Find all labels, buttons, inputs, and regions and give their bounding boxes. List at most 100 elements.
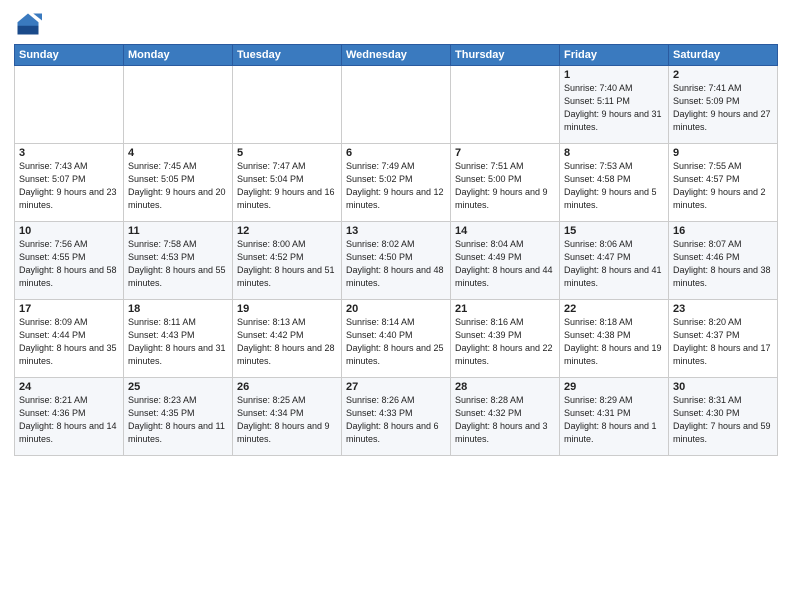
day-number: 23	[673, 303, 773, 315]
day-number: 7	[455, 147, 555, 159]
day-info: Sunrise: 7:40 AM Sunset: 5:11 PM Dayligh…	[564, 82, 664, 134]
calendar-week-1: 1Sunrise: 7:40 AM Sunset: 5:11 PM Daylig…	[15, 66, 778, 144]
day-info: Sunrise: 7:47 AM Sunset: 5:04 PM Dayligh…	[237, 160, 337, 212]
day-number: 12	[237, 225, 337, 237]
day-number: 10	[19, 225, 119, 237]
calendar-cell: 21Sunrise: 8:16 AM Sunset: 4:39 PM Dayli…	[451, 300, 560, 378]
day-info: Sunrise: 8:29 AM Sunset: 4:31 PM Dayligh…	[564, 394, 664, 446]
col-header-thursday: Thursday	[451, 45, 560, 66]
header	[14, 10, 778, 38]
day-number: 25	[128, 381, 228, 393]
day-number: 2	[673, 69, 773, 81]
day-number: 21	[455, 303, 555, 315]
col-header-sunday: Sunday	[15, 45, 124, 66]
calendar-cell: 1Sunrise: 7:40 AM Sunset: 5:11 PM Daylig…	[560, 66, 669, 144]
day-info: Sunrise: 8:06 AM Sunset: 4:47 PM Dayligh…	[564, 238, 664, 290]
calendar-cell: 17Sunrise: 8:09 AM Sunset: 4:44 PM Dayli…	[15, 300, 124, 378]
day-number: 6	[346, 147, 446, 159]
day-number: 4	[128, 147, 228, 159]
day-info: Sunrise: 7:45 AM Sunset: 5:05 PM Dayligh…	[128, 160, 228, 212]
day-info: Sunrise: 7:43 AM Sunset: 5:07 PM Dayligh…	[19, 160, 119, 212]
calendar-table: SundayMondayTuesdayWednesdayThursdayFrid…	[14, 44, 778, 456]
calendar-cell	[124, 66, 233, 144]
day-number: 9	[673, 147, 773, 159]
day-number: 3	[19, 147, 119, 159]
day-info: Sunrise: 8:21 AM Sunset: 4:36 PM Dayligh…	[19, 394, 119, 446]
day-info: Sunrise: 8:20 AM Sunset: 4:37 PM Dayligh…	[673, 316, 773, 368]
day-info: Sunrise: 7:55 AM Sunset: 4:57 PM Dayligh…	[673, 160, 773, 212]
calendar-week-5: 24Sunrise: 8:21 AM Sunset: 4:36 PM Dayli…	[15, 378, 778, 456]
day-info: Sunrise: 8:07 AM Sunset: 4:46 PM Dayligh…	[673, 238, 773, 290]
day-info: Sunrise: 8:00 AM Sunset: 4:52 PM Dayligh…	[237, 238, 337, 290]
day-number: 24	[19, 381, 119, 393]
col-header-saturday: Saturday	[669, 45, 778, 66]
logo	[14, 10, 46, 38]
calendar-cell: 26Sunrise: 8:25 AM Sunset: 4:34 PM Dayli…	[233, 378, 342, 456]
day-info: Sunrise: 8:14 AM Sunset: 4:40 PM Dayligh…	[346, 316, 446, 368]
calendar-cell	[342, 66, 451, 144]
day-number: 8	[564, 147, 664, 159]
calendar-cell: 4Sunrise: 7:45 AM Sunset: 5:05 PM Daylig…	[124, 144, 233, 222]
day-info: Sunrise: 7:58 AM Sunset: 4:53 PM Dayligh…	[128, 238, 228, 290]
day-info: Sunrise: 8:18 AM Sunset: 4:38 PM Dayligh…	[564, 316, 664, 368]
calendar-cell: 8Sunrise: 7:53 AM Sunset: 4:58 PM Daylig…	[560, 144, 669, 222]
day-info: Sunrise: 8:04 AM Sunset: 4:49 PM Dayligh…	[455, 238, 555, 290]
calendar-cell	[15, 66, 124, 144]
day-number: 28	[455, 381, 555, 393]
calendar-cell	[233, 66, 342, 144]
calendar-cell: 13Sunrise: 8:02 AM Sunset: 4:50 PM Dayli…	[342, 222, 451, 300]
calendar-week-4: 17Sunrise: 8:09 AM Sunset: 4:44 PM Dayli…	[15, 300, 778, 378]
calendar-cell: 22Sunrise: 8:18 AM Sunset: 4:38 PM Dayli…	[560, 300, 669, 378]
day-info: Sunrise: 8:26 AM Sunset: 4:33 PM Dayligh…	[346, 394, 446, 446]
calendar-cell: 23Sunrise: 8:20 AM Sunset: 4:37 PM Dayli…	[669, 300, 778, 378]
calendar-cell: 25Sunrise: 8:23 AM Sunset: 4:35 PM Dayli…	[124, 378, 233, 456]
calendar-cell	[451, 66, 560, 144]
day-number: 14	[455, 225, 555, 237]
day-number: 27	[346, 381, 446, 393]
calendar-cell: 29Sunrise: 8:29 AM Sunset: 4:31 PM Dayli…	[560, 378, 669, 456]
day-info: Sunrise: 8:31 AM Sunset: 4:30 PM Dayligh…	[673, 394, 773, 446]
day-info: Sunrise: 8:28 AM Sunset: 4:32 PM Dayligh…	[455, 394, 555, 446]
calendar-cell: 16Sunrise: 8:07 AM Sunset: 4:46 PM Dayli…	[669, 222, 778, 300]
day-number: 20	[346, 303, 446, 315]
day-info: Sunrise: 8:13 AM Sunset: 4:42 PM Dayligh…	[237, 316, 337, 368]
calendar-cell: 14Sunrise: 8:04 AM Sunset: 4:49 PM Dayli…	[451, 222, 560, 300]
calendar-cell: 12Sunrise: 8:00 AM Sunset: 4:52 PM Dayli…	[233, 222, 342, 300]
calendar-cell: 2Sunrise: 7:41 AM Sunset: 5:09 PM Daylig…	[669, 66, 778, 144]
day-number: 26	[237, 381, 337, 393]
day-info: Sunrise: 7:56 AM Sunset: 4:55 PM Dayligh…	[19, 238, 119, 290]
col-header-friday: Friday	[560, 45, 669, 66]
calendar-cell: 18Sunrise: 8:11 AM Sunset: 4:43 PM Dayli…	[124, 300, 233, 378]
day-number: 13	[346, 225, 446, 237]
day-number: 29	[564, 381, 664, 393]
calendar-week-2: 3Sunrise: 7:43 AM Sunset: 5:07 PM Daylig…	[15, 144, 778, 222]
day-info: Sunrise: 8:09 AM Sunset: 4:44 PM Dayligh…	[19, 316, 119, 368]
day-number: 17	[19, 303, 119, 315]
day-info: Sunrise: 8:16 AM Sunset: 4:39 PM Dayligh…	[455, 316, 555, 368]
day-info: Sunrise: 8:02 AM Sunset: 4:50 PM Dayligh…	[346, 238, 446, 290]
calendar-cell: 30Sunrise: 8:31 AM Sunset: 4:30 PM Dayli…	[669, 378, 778, 456]
calendar-cell: 27Sunrise: 8:26 AM Sunset: 4:33 PM Dayli…	[342, 378, 451, 456]
calendar-cell: 19Sunrise: 8:13 AM Sunset: 4:42 PM Dayli…	[233, 300, 342, 378]
day-number: 30	[673, 381, 773, 393]
day-number: 22	[564, 303, 664, 315]
calendar-cell: 9Sunrise: 7:55 AM Sunset: 4:57 PM Daylig…	[669, 144, 778, 222]
logo-icon	[14, 10, 42, 38]
day-info: Sunrise: 8:25 AM Sunset: 4:34 PM Dayligh…	[237, 394, 337, 446]
calendar-cell: 10Sunrise: 7:56 AM Sunset: 4:55 PM Dayli…	[15, 222, 124, 300]
day-number: 5	[237, 147, 337, 159]
calendar-cell: 5Sunrise: 7:47 AM Sunset: 5:04 PM Daylig…	[233, 144, 342, 222]
day-info: Sunrise: 8:23 AM Sunset: 4:35 PM Dayligh…	[128, 394, 228, 446]
day-number: 16	[673, 225, 773, 237]
calendar-cell: 28Sunrise: 8:28 AM Sunset: 4:32 PM Dayli…	[451, 378, 560, 456]
calendar-cell: 11Sunrise: 7:58 AM Sunset: 4:53 PM Dayli…	[124, 222, 233, 300]
calendar-cell: 15Sunrise: 8:06 AM Sunset: 4:47 PM Dayli…	[560, 222, 669, 300]
day-number: 1	[564, 69, 664, 81]
page: SundayMondayTuesdayWednesdayThursdayFrid…	[0, 0, 792, 612]
calendar-header-row: SundayMondayTuesdayWednesdayThursdayFrid…	[15, 45, 778, 66]
calendar-cell: 20Sunrise: 8:14 AM Sunset: 4:40 PM Dayli…	[342, 300, 451, 378]
day-info: Sunrise: 7:51 AM Sunset: 5:00 PM Dayligh…	[455, 160, 555, 212]
day-info: Sunrise: 8:11 AM Sunset: 4:43 PM Dayligh…	[128, 316, 228, 368]
col-header-wednesday: Wednesday	[342, 45, 451, 66]
calendar-cell: 7Sunrise: 7:51 AM Sunset: 5:00 PM Daylig…	[451, 144, 560, 222]
